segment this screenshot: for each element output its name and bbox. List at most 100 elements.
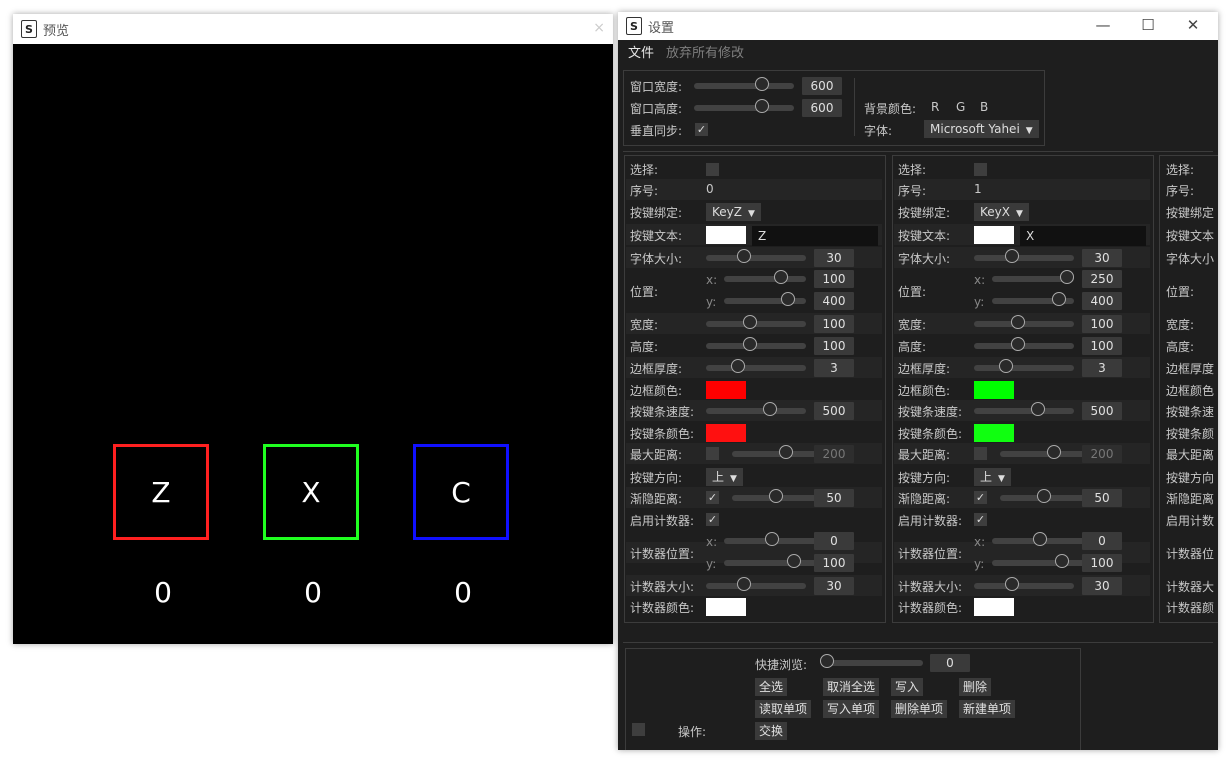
counter-size-input[interactable]: 30 bbox=[814, 577, 854, 595]
bar-color-swatch[interactable] bbox=[974, 424, 1014, 442]
preview-titlebar[interactable]: S 预览 × bbox=[13, 14, 613, 44]
counter-x-slider[interactable] bbox=[724, 532, 824, 546]
write-item-button[interactable]: 写入单项 bbox=[823, 700, 880, 718]
pos-y-input[interactable]: 400 bbox=[814, 292, 854, 310]
width-slider[interactable] bbox=[974, 315, 1074, 329]
menu-discard[interactable]: 放弃所有修改 bbox=[666, 42, 744, 61]
counter-x-slider[interactable] bbox=[992, 532, 1092, 546]
border-input[interactable]: 3 bbox=[814, 359, 854, 377]
bar-speed-input[interactable]: 500 bbox=[814, 402, 854, 420]
direction-select[interactable]: 上 ▼ bbox=[974, 468, 1011, 486]
counter-color-swatch[interactable] bbox=[706, 598, 746, 616]
counter-color-swatch[interactable] bbox=[974, 598, 1014, 616]
slider-knob[interactable] bbox=[1011, 315, 1025, 329]
pos-y-slider[interactable] bbox=[724, 292, 806, 306]
counter-x-input[interactable]: 0 bbox=[1082, 532, 1122, 550]
slider-knob[interactable] bbox=[1031, 402, 1045, 416]
slider-knob[interactable] bbox=[1047, 445, 1061, 459]
slider-knob[interactable] bbox=[1005, 577, 1019, 591]
slider-knob[interactable] bbox=[755, 77, 769, 91]
font-size-slider[interactable] bbox=[706, 249, 806, 263]
select-checkbox[interactable] bbox=[706, 163, 719, 176]
slider-knob[interactable] bbox=[774, 270, 789, 284]
vsync-checkbox[interactable]: ✓ bbox=[695, 123, 708, 136]
slider-knob[interactable] bbox=[765, 532, 779, 546]
bar-color-swatch[interactable] bbox=[706, 424, 746, 442]
slider-knob[interactable] bbox=[1055, 554, 1069, 568]
slider-knob[interactable] bbox=[1037, 489, 1051, 503]
counter-y-slider[interactable] bbox=[992, 554, 1092, 568]
pos-x-input[interactable]: 250 bbox=[1082, 270, 1122, 288]
operation-checkbox[interactable] bbox=[632, 723, 645, 736]
read-item-button[interactable]: 读取单项 bbox=[755, 700, 812, 718]
border-slider[interactable] bbox=[706, 359, 806, 373]
slider-knob[interactable] bbox=[737, 577, 751, 591]
select-all-button[interactable]: 全选 bbox=[755, 678, 788, 696]
quick-browse-input[interactable]: 0 bbox=[930, 654, 970, 672]
max-distance-checkbox[interactable] bbox=[706, 447, 719, 460]
slider-knob[interactable] bbox=[1011, 337, 1025, 351]
width-input[interactable]: 100 bbox=[1082, 315, 1122, 333]
close-icon[interactable]: × bbox=[593, 20, 605, 36]
menu-file[interactable]: 文件 bbox=[628, 42, 654, 61]
swap-button[interactable]: 交换 bbox=[755, 722, 788, 740]
slider-knob[interactable] bbox=[780, 292, 795, 306]
slider-knob[interactable] bbox=[1033, 532, 1047, 546]
max-distance-checkbox[interactable] bbox=[974, 447, 987, 460]
pos-x-slider[interactable] bbox=[992, 270, 1075, 284]
counter-checkbox[interactable]: ✓ bbox=[974, 513, 987, 526]
height-slider[interactable] bbox=[706, 337, 806, 351]
bg-g-label[interactable]: G bbox=[956, 100, 965, 114]
font-select[interactable]: Microsoft Yahei ▼ bbox=[924, 120, 1039, 138]
bar-speed-slider[interactable] bbox=[974, 402, 1074, 416]
max-distance-input[interactable]: 200 bbox=[814, 445, 854, 463]
max-distance-input[interactable]: 200 bbox=[1082, 445, 1122, 463]
window-height-slider[interactable] bbox=[694, 99, 794, 113]
counter-checkbox[interactable]: ✓ bbox=[706, 513, 719, 526]
direction-select[interactable]: 上 ▼ bbox=[706, 468, 743, 486]
pos-y-slider[interactable] bbox=[992, 292, 1074, 306]
window-width-input[interactable]: 600 bbox=[802, 77, 842, 95]
slider-knob[interactable] bbox=[769, 489, 783, 503]
key-bind-select[interactable]: KeyZ ▼ bbox=[706, 203, 761, 221]
counter-y-input[interactable]: 100 bbox=[814, 554, 854, 572]
slider-knob[interactable] bbox=[779, 445, 793, 459]
quick-browse-slider[interactable] bbox=[820, 654, 923, 668]
slider-knob[interactable] bbox=[737, 249, 751, 263]
width-input[interactable]: 100 bbox=[814, 315, 854, 333]
height-slider[interactable] bbox=[974, 337, 1074, 351]
slider-knob[interactable] bbox=[1005, 249, 1019, 263]
pos-x-input[interactable]: 100 bbox=[814, 270, 854, 288]
slider-knob[interactable] bbox=[787, 554, 801, 568]
settings-titlebar[interactable]: S 设置 — ☐ ✕ bbox=[618, 12, 1218, 40]
bar-speed-input[interactable]: 500 bbox=[1082, 402, 1122, 420]
window-width-slider[interactable] bbox=[694, 77, 794, 91]
font-size-input[interactable]: 30 bbox=[1082, 249, 1122, 267]
slider-knob[interactable] bbox=[731, 359, 745, 373]
counter-y-input[interactable]: 100 bbox=[1082, 554, 1122, 572]
pos-x-slider[interactable] bbox=[724, 270, 806, 284]
deselect-all-button[interactable]: 取消全选 bbox=[823, 678, 880, 696]
border-input[interactable]: 3 bbox=[1082, 359, 1122, 377]
counter-x-input[interactable]: 0 bbox=[814, 532, 854, 550]
delete-item-button[interactable]: 删除单项 bbox=[891, 700, 948, 718]
write-button[interactable]: 写入 bbox=[891, 678, 924, 696]
slider-knob[interactable] bbox=[820, 654, 834, 668]
font-size-input[interactable]: 30 bbox=[814, 249, 854, 267]
window-height-input[interactable]: 600 bbox=[802, 99, 842, 117]
bar-speed-slider[interactable] bbox=[706, 402, 806, 416]
bg-b-label[interactable]: B bbox=[980, 100, 988, 114]
close-icon[interactable]: ✕ bbox=[1178, 16, 1208, 34]
border-color-swatch[interactable] bbox=[706, 381, 746, 399]
slider-knob[interactable] bbox=[999, 359, 1013, 373]
text-color-swatch[interactable] bbox=[974, 226, 1014, 244]
slider-knob[interactable] bbox=[1052, 292, 1067, 306]
bg-r-label[interactable]: R bbox=[931, 100, 939, 114]
fade-checkbox[interactable]: ✓ bbox=[974, 491, 987, 504]
slider-knob[interactable] bbox=[743, 337, 757, 351]
slider-knob[interactable] bbox=[743, 315, 757, 329]
border-color-swatch[interactable] bbox=[974, 381, 1014, 399]
counter-size-slider[interactable] bbox=[706, 577, 806, 591]
delete-button[interactable]: 删除 bbox=[959, 678, 992, 696]
fade-checkbox[interactable]: ✓ bbox=[706, 491, 719, 504]
